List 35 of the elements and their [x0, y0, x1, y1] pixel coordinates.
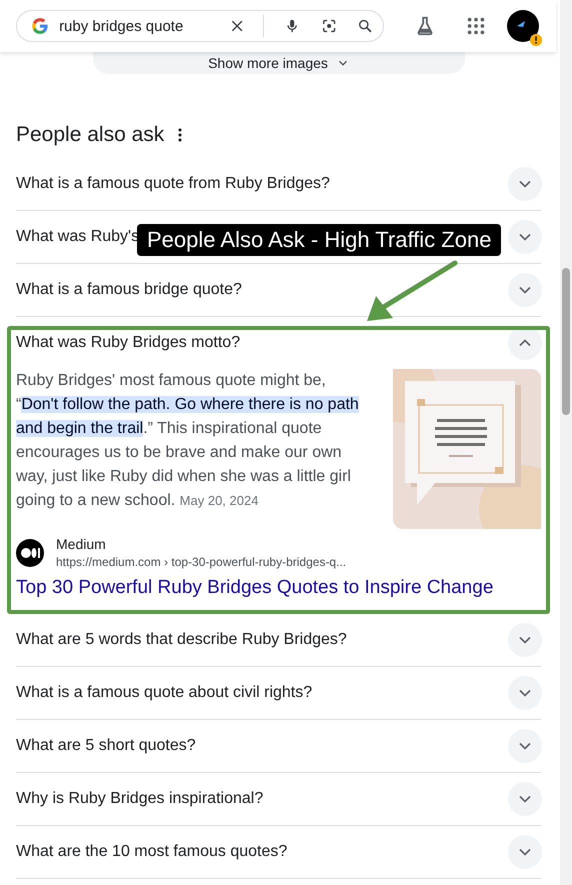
- source-name: Medium: [56, 535, 107, 553]
- site-logo-icon: [16, 539, 44, 567]
- apps-grid-icon[interactable]: [465, 15, 487, 37]
- more-options-icon[interactable]: [178, 128, 182, 142]
- question-text[interactable]: What are 5 short quotes?: [16, 737, 196, 755]
- scrollbar[interactable]: [560, 0, 572, 885]
- answer-text: Ruby Bridges' most famous quote might be, “Don't follow the path. Go where there is no path and begin the trail.” This inspirational quote encourages us to be brave and make our own way, just like Ruby did when she was a little girl going to a new school. May 20, 2024: [16, 371, 360, 511]
- search-icon[interactable]: [356, 17, 374, 35]
- avatar-icon[interactable]: [507, 10, 539, 42]
- question-text[interactable]: What is a famous quote from Ruby Bridges?: [16, 175, 330, 193]
- question-text[interactable]: Why is Ruby Bridges inspirational?: [16, 790, 264, 808]
- expand-toggle-button[interactable]: [508, 273, 542, 307]
- question-text[interactable]: What are 5 words that describe Ruby Bridges?: [16, 631, 347, 649]
- question-text[interactable]: What is a famous quote about civil rights?: [16, 684, 312, 702]
- show-more-images-button[interactable]: Show more images: [93, 52, 465, 74]
- result-link[interactable]: Top 30 Powerful Ruby Bridges Quotes to Inspire Change: [16, 577, 541, 599]
- warning-badge-icon: [530, 34, 542, 46]
- question-text[interactable]: What was Ruby's: [16, 228, 140, 246]
- expand-toggle-button[interactable]: [508, 676, 542, 710]
- section-title: People also ask: [16, 123, 164, 147]
- expand-toggle-button[interactable]: [508, 729, 542, 763]
- annotation-callout: People Also Ask - High Traffic Zone: [137, 224, 502, 256]
- question-text[interactable]: What is a famous bridge quote?: [16, 281, 242, 299]
- question-text[interactable]: What are the 10 most famous quotes?: [16, 843, 288, 861]
- scrollbar-thumb[interactable]: [562, 268, 570, 415]
- expand-toggle-button[interactable]: [508, 835, 542, 869]
- camera-lens-icon[interactable]: [320, 17, 337, 35]
- expand-toggle-button[interactable]: [508, 623, 542, 657]
- google-logo-icon: [31, 16, 50, 36]
- source-url: https://medium.com › top-30-powerful-ruby-bridges-q...: [56, 554, 346, 571]
- question-text[interactable]: What was Ruby Bridges motto?: [16, 334, 240, 352]
- search-field[interactable]: ruby bridges quote: [59, 18, 210, 34]
- expand-toggle-button[interactable]: [508, 782, 542, 816]
- expand-toggle-button[interactable]: [508, 167, 542, 201]
- expand-toggle-button[interactable]: [508, 220, 542, 254]
